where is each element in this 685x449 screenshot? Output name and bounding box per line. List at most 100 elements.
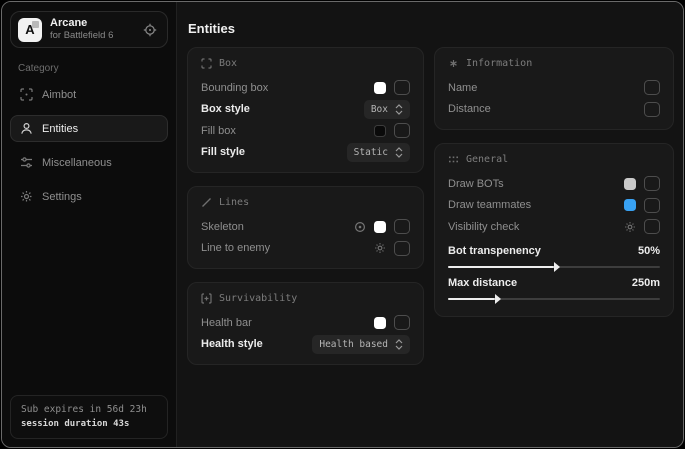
checkbox[interactable] xyxy=(644,80,660,95)
sub-expiry-text: Sub expires in 56d 23h xyxy=(21,403,157,417)
sidebar-item-label: Settings xyxy=(42,191,82,203)
subscription-info-card: Sub expires in 56d 23h session duration … xyxy=(10,395,168,439)
asterisk-brackets-icon xyxy=(448,58,459,69)
section-title: Box xyxy=(219,58,237,69)
color-swatch[interactable] xyxy=(624,199,636,211)
setting-label: Distance xyxy=(448,103,491,115)
slider-value: 50% xyxy=(638,245,660,257)
tune-sliders-icon xyxy=(20,156,33,169)
target-icon[interactable] xyxy=(354,221,366,233)
crosshair-scan-icon xyxy=(20,88,33,101)
color-swatch[interactable] xyxy=(624,178,636,190)
setting-row: Health bar xyxy=(201,312,410,334)
checkbox[interactable] xyxy=(394,241,410,256)
dropdown-value: Health based xyxy=(319,339,388,350)
general-section-card: General Draw BOTs Draw teammates xyxy=(434,143,674,317)
scan-brackets-icon xyxy=(201,58,212,69)
slider-group: Bot transpenency 50% xyxy=(448,243,660,268)
chevron-up-down-icon xyxy=(395,147,403,158)
brand-logo: A xyxy=(18,18,42,42)
setting-row: Bounding box xyxy=(201,77,410,99)
chevron-up-down-icon xyxy=(395,104,403,115)
slider-group: Max distance 250m xyxy=(448,275,660,300)
slider-value: 250m xyxy=(632,277,660,289)
session-duration-text: session duration 43s xyxy=(21,418,157,432)
section-title: Information xyxy=(466,58,532,69)
color-swatch[interactable] xyxy=(374,82,386,94)
setting-label: Visibility check xyxy=(448,221,519,233)
category-label: Category xyxy=(18,63,176,74)
diagonal-line-icon xyxy=(201,197,212,208)
gear-icon[interactable] xyxy=(374,242,386,254)
crosshair-target-icon[interactable] xyxy=(143,23,157,37)
gear-icon[interactable] xyxy=(624,221,636,233)
information-section-card: Information Name Distance xyxy=(434,47,674,130)
brackets-plus-icon xyxy=(201,293,212,304)
app-window: A Arcane for Battlefield 6 Category xyxy=(1,1,684,448)
gear-icon xyxy=(20,190,33,203)
sidebar-item-label: Entities xyxy=(42,123,78,135)
fill-style-dropdown[interactable]: Static xyxy=(347,143,410,162)
color-swatch[interactable] xyxy=(374,221,386,233)
color-swatch[interactable] xyxy=(374,125,386,137)
setting-label: Fill style xyxy=(201,146,245,158)
bot-transparency-slider[interactable] xyxy=(448,266,660,268)
checkbox[interactable] xyxy=(394,315,410,330)
right-column: Information Name Distance xyxy=(434,47,674,317)
brand-card: A Arcane for Battlefield 6 xyxy=(10,11,168,48)
setting-label: Box style xyxy=(201,103,250,115)
setting-row: Name xyxy=(448,77,660,99)
setting-row: Line to enemy xyxy=(201,238,410,260)
checkbox[interactable] xyxy=(644,198,660,213)
setting-row: Distance xyxy=(448,99,660,121)
checkbox[interactable] xyxy=(644,219,660,234)
setting-row: Visibility check xyxy=(448,216,660,238)
checkbox[interactable] xyxy=(394,219,410,234)
sidebar: A Arcane for Battlefield 6 Category xyxy=(2,2,177,447)
box-style-dropdown[interactable]: Box xyxy=(364,100,410,119)
section-title: Lines xyxy=(219,197,249,208)
brand-subtitle: for Battlefield 6 xyxy=(50,30,113,42)
sidebar-item-entities[interactable]: Entities xyxy=(10,115,168,142)
grid-dots-icon xyxy=(448,154,459,165)
brand-name: Arcane xyxy=(50,17,113,31)
setting-label: Health bar xyxy=(201,317,252,329)
setting-label: Name xyxy=(448,82,477,94)
setting-label: Draw BOTs xyxy=(448,178,504,190)
dropdown-value: Static xyxy=(354,147,388,158)
checkbox[interactable] xyxy=(644,102,660,117)
setting-row: Fill box xyxy=(201,120,410,142)
slider-label: Bot transpenency xyxy=(448,245,541,257)
page-title: Entities xyxy=(188,21,235,36)
main-panel: Entities Box Bounding box xyxy=(177,2,683,447)
setting-label: Skeleton xyxy=(201,221,244,233)
sidebar-item-settings[interactable]: Settings xyxy=(10,183,168,210)
setting-row: Draw BOTs xyxy=(448,173,660,195)
health-style-dropdown[interactable]: Health based xyxy=(312,335,410,354)
chevron-up-down-icon xyxy=(395,339,403,350)
sidebar-nav: Aimbot Entities Miscellaneous xyxy=(2,81,176,210)
slider-label: Max distance xyxy=(448,277,517,289)
setting-label: Fill box xyxy=(201,125,236,137)
checkbox[interactable] xyxy=(394,123,410,138)
checkbox[interactable] xyxy=(644,176,660,191)
setting-row: Draw teammates xyxy=(448,195,660,217)
checkbox[interactable] xyxy=(394,80,410,95)
setting-row: Skeleton xyxy=(201,216,410,238)
section-title: Survivability xyxy=(219,293,297,304)
sidebar-item-miscellaneous[interactable]: Miscellaneous xyxy=(10,149,168,176)
sidebar-item-label: Miscellaneous xyxy=(42,157,112,169)
setting-row: Health style Health based xyxy=(201,334,410,356)
dropdown-value: Box xyxy=(371,104,388,115)
sidebar-item-aimbot[interactable]: Aimbot xyxy=(10,81,168,108)
slider-thumb[interactable] xyxy=(554,262,560,272)
lines-section-card: Lines Skeleton Line to xyxy=(187,186,424,269)
sidebar-item-label: Aimbot xyxy=(42,89,76,101)
survivability-section-card: Survivability Health bar Health style He… xyxy=(187,282,424,365)
color-swatch[interactable] xyxy=(374,317,386,329)
setting-label: Draw teammates xyxy=(448,199,531,211)
slider-thumb[interactable] xyxy=(495,294,501,304)
person-icon xyxy=(20,122,33,135)
setting-label: Health style xyxy=(201,338,263,350)
max-distance-slider[interactable] xyxy=(448,298,660,300)
